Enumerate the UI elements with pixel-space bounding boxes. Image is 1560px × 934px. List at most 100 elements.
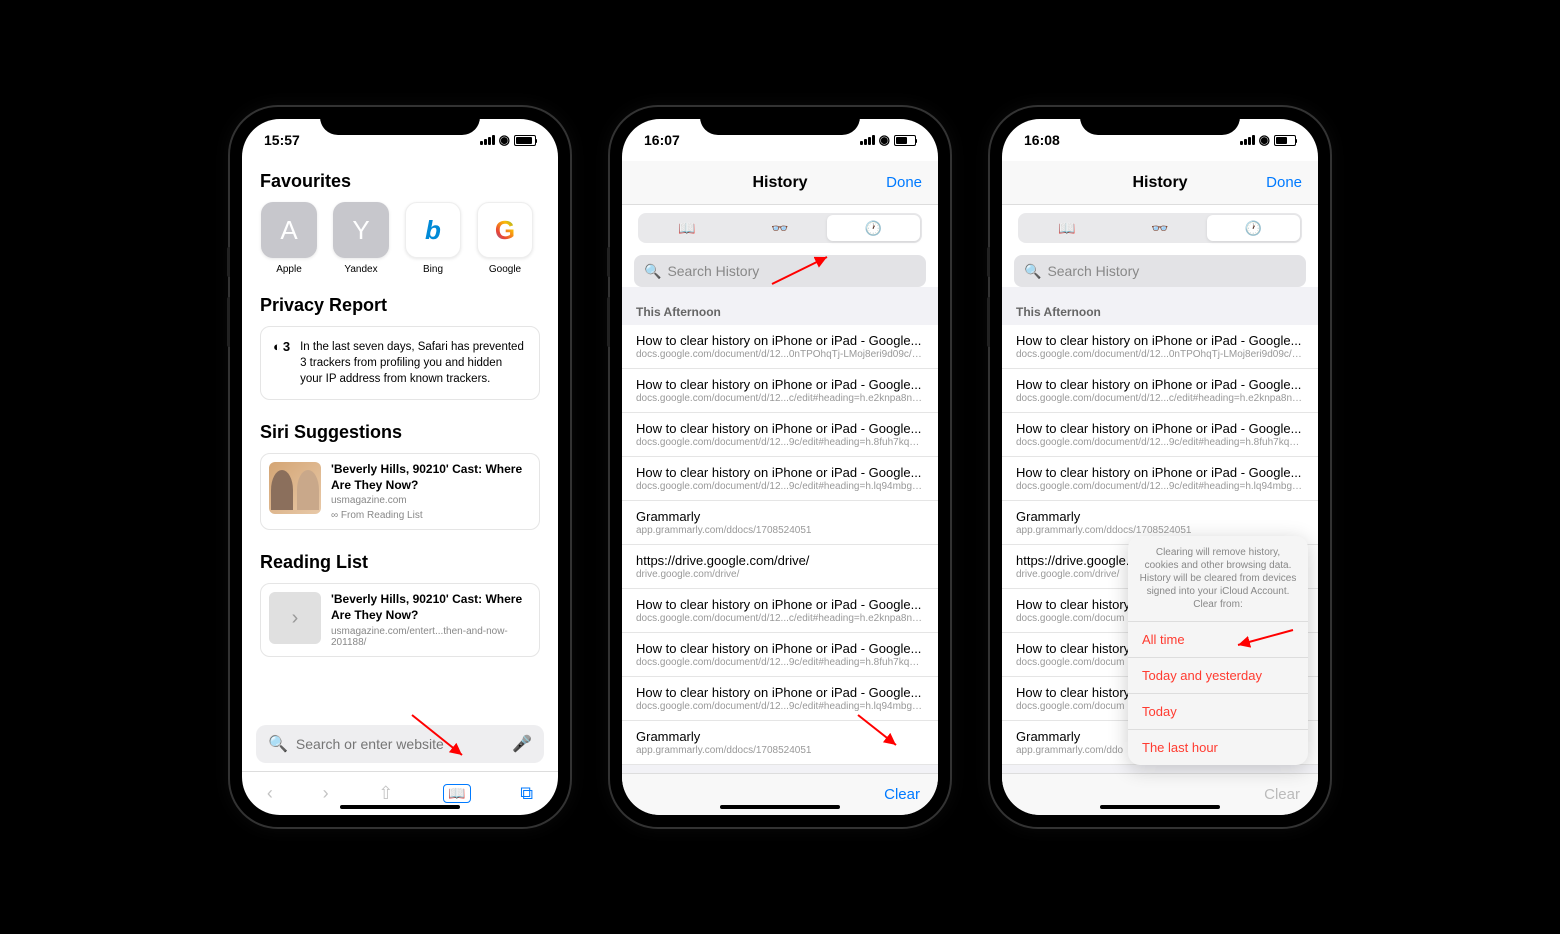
search-placeholder: Search History bbox=[1047, 263, 1139, 279]
history-item-title: How to clear history on iPhone or iPad -… bbox=[636, 685, 924, 700]
clear-option[interactable]: The last hour bbox=[1128, 730, 1308, 765]
tab-history[interactable]: 🕐 bbox=[827, 215, 920, 241]
suggestion-thumbnail bbox=[269, 462, 321, 514]
done-button[interactable]: Done bbox=[1266, 174, 1302, 191]
privacy-text: In the last seven days, Safari has preve… bbox=[300, 339, 527, 387]
history-item[interactable]: https://drive.google.com/drive/drive.goo… bbox=[622, 545, 938, 589]
history-item[interactable]: How to clear history on iPhone or iPad -… bbox=[1002, 325, 1318, 369]
share-icon[interactable]: ⇧ bbox=[378, 783, 393, 804]
reading-title: 'Beverly Hills, 90210' Cast: Where Are T… bbox=[331, 592, 531, 623]
suggestion-source: usmagazine.com bbox=[331, 495, 531, 506]
privacy-report-card[interactable]: ◐3 In the last seven days, Safari has pr… bbox=[260, 326, 540, 400]
history-item-title: How to clear history on iPhone or iPad -… bbox=[1016, 333, 1304, 348]
history-section-header: This Afternoon bbox=[1002, 287, 1318, 325]
history-item[interactable]: Grammarlyapp.grammarly.com/ddocs/1708524… bbox=[622, 501, 938, 545]
tab-bookmarks[interactable]: 📖 bbox=[1020, 215, 1113, 241]
history-item-url: docs.google.com/document/d/12...9c/edit#… bbox=[636, 481, 924, 492]
home-indicator[interactable] bbox=[720, 805, 840, 809]
battery-icon bbox=[1274, 135, 1296, 146]
nav-title: History bbox=[1132, 174, 1187, 192]
history-item-url: docs.google.com/document/d/12...9c/edit#… bbox=[636, 657, 924, 668]
clear-option[interactable]: Today and yesterday bbox=[1128, 658, 1308, 694]
suggestion-from: ∞ From Reading List bbox=[331, 510, 531, 521]
shield-icon: ◐3 bbox=[273, 339, 290, 354]
favourite-apple[interactable]: AApple bbox=[260, 202, 318, 275]
privacy-heading: Privacy Report bbox=[242, 285, 558, 322]
history-item[interactable]: How to clear history on iPhone or iPad -… bbox=[622, 589, 938, 633]
history-item-title: How to clear history on iPhone or iPad -… bbox=[636, 597, 924, 612]
favourite-icon: b bbox=[405, 202, 461, 258]
history-item-title: How to clear history on iPhone or iPad -… bbox=[636, 377, 924, 392]
history-item-title: How to clear history on iPhone or iPad -… bbox=[636, 421, 924, 436]
home-indicator[interactable] bbox=[340, 805, 460, 809]
tab-reading-list[interactable]: 👓 bbox=[733, 215, 826, 241]
clear-button[interactable]: Clear bbox=[884, 786, 920, 803]
book-icon: 📖 bbox=[678, 220, 695, 237]
status-time: 15:57 bbox=[264, 132, 300, 148]
tab-reading-list[interactable]: 👓 bbox=[1113, 215, 1206, 241]
phone-safari-start: 15:57 ◉ Favourites AAppleYYandexbBingGGo… bbox=[230, 107, 570, 827]
favourite-bing[interactable]: b Bing bbox=[404, 202, 462, 275]
home-indicator[interactable] bbox=[1100, 805, 1220, 809]
history-item[interactable]: How to clear history on iPhone or iPad -… bbox=[622, 325, 938, 369]
phone-history-clear-menu: 16:08 ◉ History Done 📖 👓 🕐 🔍 Search Hist… bbox=[990, 107, 1330, 827]
history-item[interactable]: How to clear history on iPhone or iPad -… bbox=[622, 457, 938, 501]
siri-suggestion[interactable]: 'Beverly Hills, 90210' Cast: Where Are T… bbox=[260, 453, 540, 530]
clock-icon: 🕐 bbox=[1245, 220, 1262, 237]
done-button[interactable]: Done bbox=[886, 174, 922, 191]
favourite-yandex[interactable]: YYandex bbox=[332, 202, 390, 275]
forward-icon[interactable]: › bbox=[323, 783, 329, 804]
history-item-url: app.grammarly.com/ddocs/1708524051 bbox=[1016, 525, 1304, 536]
search-icon: 🔍 bbox=[1024, 263, 1041, 280]
favourite-label: Bing bbox=[423, 264, 443, 275]
favourite-label: Yandex bbox=[344, 264, 377, 275]
status-time: 16:08 bbox=[1024, 132, 1060, 148]
reading-url: usmagazine.com/entert...then-and-now-201… bbox=[331, 626, 531, 648]
nav-bar: History Done bbox=[1002, 161, 1318, 205]
tab-history[interactable]: 🕐 bbox=[1207, 215, 1300, 241]
search-history-bar[interactable]: 🔍 Search History bbox=[1014, 255, 1306, 287]
history-item-url: docs.google.com/document/d/12...9c/edit#… bbox=[636, 437, 924, 448]
microphone-icon[interactable]: 🎤 bbox=[512, 734, 532, 754]
favourite-label: Google bbox=[489, 264, 521, 275]
nav-bar: History Done bbox=[622, 161, 938, 205]
clear-option[interactable]: Today bbox=[1128, 694, 1308, 730]
annotation-arrow bbox=[402, 705, 482, 765]
reading-list-heading: Reading List bbox=[242, 542, 558, 579]
phone-history: 16:07 ◉ History Done 📖 👓 🕐 🔍 Search Hist… bbox=[610, 107, 950, 827]
siri-heading: Siri Suggestions bbox=[242, 412, 558, 449]
history-item-title: How to clear history on iPhone or iPad -… bbox=[1016, 465, 1304, 480]
annotation-arrow bbox=[1228, 625, 1298, 655]
history-item-title: https://drive.google.com/drive/ bbox=[636, 553, 924, 568]
history-item[interactable]: How to clear history on iPhone or iPad -… bbox=[1002, 457, 1318, 501]
back-icon[interactable]: ‹ bbox=[267, 783, 273, 804]
search-icon: 🔍 bbox=[268, 734, 288, 754]
battery-icon bbox=[514, 135, 536, 146]
wifi-icon: ◉ bbox=[879, 132, 890, 148]
address-bar[interactable]: 🔍 🎤 bbox=[256, 725, 544, 763]
tabs-icon[interactable]: ⧉ bbox=[520, 783, 533, 804]
annotation-arrow bbox=[762, 249, 842, 289]
history-item-url: docs.google.com/document/d/12...c/edit#h… bbox=[636, 393, 924, 404]
annotation-arrow bbox=[848, 705, 908, 755]
clear-button: Clear bbox=[1264, 786, 1300, 803]
history-section-header: This Afternoon bbox=[622, 287, 938, 325]
history-item[interactable]: How to clear history on iPhone or iPad -… bbox=[1002, 369, 1318, 413]
history-item[interactable]: How to clear history on iPhone or iPad -… bbox=[622, 369, 938, 413]
wifi-icon: ◉ bbox=[499, 132, 510, 148]
signal-icon bbox=[480, 135, 495, 145]
segmented-control: 📖 👓 🕐 bbox=[1018, 213, 1302, 243]
favourite-google[interactable]: GGoogle bbox=[476, 202, 534, 275]
tab-bookmarks[interactable]: 📖 bbox=[640, 215, 733, 241]
book-icon: 📖 bbox=[1058, 220, 1075, 237]
history-item-title: Grammarly bbox=[636, 509, 924, 524]
history-item-url: docs.google.com/document/d/12...c/edit#h… bbox=[636, 613, 924, 624]
reading-list-item[interactable]: › 'Beverly Hills, 90210' Cast: Where Are… bbox=[260, 583, 540, 656]
bookmarks-icon[interactable]: 📖 bbox=[443, 784, 470, 803]
history-item[interactable]: How to clear history on iPhone or iPad -… bbox=[622, 633, 938, 677]
history-item-url: docs.google.com/document/d/12...9c/edit#… bbox=[1016, 481, 1304, 492]
history-item[interactable]: How to clear history on iPhone or iPad -… bbox=[1002, 413, 1318, 457]
history-item[interactable]: How to clear history on iPhone or iPad -… bbox=[622, 413, 938, 457]
history-item-title: How to clear history on iPhone or iPad -… bbox=[1016, 421, 1304, 436]
history-item-title: How to clear history on iPhone or iPad -… bbox=[1016, 377, 1304, 392]
